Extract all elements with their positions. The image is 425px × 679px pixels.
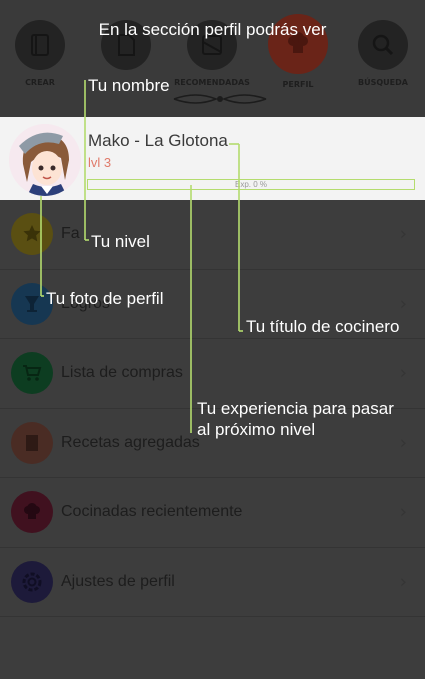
chevron-right-icon: › (399, 432, 407, 454)
top-nav-bar: CREAR RECOMENDADAS PERFIL BÚSQUEDA (0, 0, 425, 117)
callout-level: Tu nivel (91, 232, 150, 251)
callout-title: Tu título de cocinero (246, 317, 400, 336)
tutorial-hint: En la sección perfil podrás ver (98, 20, 327, 39)
chevron-right-icon: › (399, 501, 407, 523)
chevron-right-icon: › (399, 223, 407, 245)
experience-text: Exp. 0 % (234, 180, 267, 189)
menu-label: Recetas agregadas (61, 433, 200, 451)
chevron-right-icon: › (399, 571, 407, 593)
decorative-flourish (173, 94, 267, 104)
menu-label: Lista de compras (61, 364, 183, 382)
recipe-book-icon (11, 421, 53, 464)
menu-label: Ajustes de perfil (61, 572, 175, 590)
chevron-right-icon: › (399, 293, 407, 315)
menu-item-ajustes-perfil[interactable]: Ajustes de perfil › (0, 548, 425, 617)
nav-label: BÚSQUEDA (358, 78, 408, 87)
menu-label: Fa (61, 225, 80, 243)
callout-xp-line1: Tu experiencia para pasar (197, 399, 394, 418)
callout-name: Tu nombre (88, 76, 170, 95)
experience-bar: Exp. 0 % (87, 179, 415, 190)
chevron-right-icon: › (399, 362, 407, 384)
menu-item-cocinadas-recientemente[interactable]: Cocinadas recientemente › (0, 478, 425, 548)
chef-hat-icon (11, 491, 53, 534)
callout-photo: Tu foto de perfil (46, 289, 164, 308)
nav-label: CREAR (25, 78, 55, 87)
nav-label: PERFIL (282, 80, 314, 89)
menu-item-favoritas[interactable]: Fa › (0, 200, 425, 270)
gear-icon (11, 560, 53, 603)
avatar[interactable] (9, 124, 81, 196)
cart-icon (11, 352, 53, 395)
nav-label: RECOMENDADAS (174, 78, 250, 87)
profile-level: lvl 3 (88, 155, 112, 170)
menu-label: Cocinadas recientemente (61, 503, 243, 521)
star-icon (11, 213, 53, 256)
callout-xp-line2: al próximo nivel (197, 420, 316, 439)
profile-header: Mako - La Glotona lvl 3 Exp. 0 % (0, 117, 425, 200)
profile-name: Mako - La Glotona (88, 131, 228, 150)
